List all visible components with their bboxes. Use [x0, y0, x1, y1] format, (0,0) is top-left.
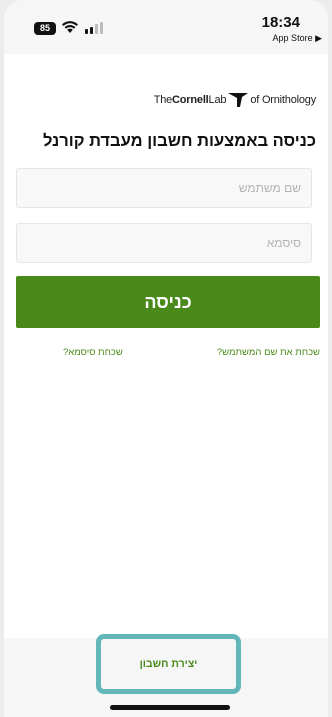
cornell-lab-logo: The Cornell Lab of Ornithology: [154, 90, 316, 110]
status-bar: 85 18:34 App Store ▶: [4, 0, 328, 52]
logo-lab: Lab: [208, 94, 227, 106]
logo-prefix: The: [153, 94, 173, 106]
cellular-signal-icon: [85, 22, 103, 34]
home-indicator[interactable]: [110, 705, 230, 710]
page-title: כניסה באמצעות חשבון מעבדת קורנל: [43, 132, 316, 150]
username-field[interactable]: [16, 168, 312, 208]
forgot-password-link[interactable]: שכחת סיסמא?: [63, 347, 123, 358]
app-screen: 85 18:34 App Store ▶ The Cornell Lab of …: [4, 0, 328, 717]
bird-logo-icon: [228, 93, 249, 107]
username-input[interactable]: [17, 169, 311, 207]
login-card: The Cornell Lab of Ornithology כניסה באמ…: [4, 54, 328, 638]
logo-bold: Cornell: [172, 94, 209, 106]
forgot-username-link[interactable]: שכחת את שם המשתמש?: [217, 347, 320, 358]
create-account-button[interactable]: יצירת חשבון: [130, 652, 208, 676]
wifi-icon: [62, 21, 78, 33]
password-field[interactable]: [16, 223, 312, 263]
login-button[interactable]: כניסה: [16, 276, 320, 328]
create-account-highlight: יצירת חשבון: [96, 634, 241, 694]
battery-indicator: 85: [34, 22, 56, 35]
back-to-app-store-link[interactable]: App Store ▶: [273, 33, 322, 44]
status-time: 18:34: [261, 14, 300, 31]
logo-suffix: of Ornithology: [250, 94, 316, 106]
password-input[interactable]: [17, 224, 311, 262]
